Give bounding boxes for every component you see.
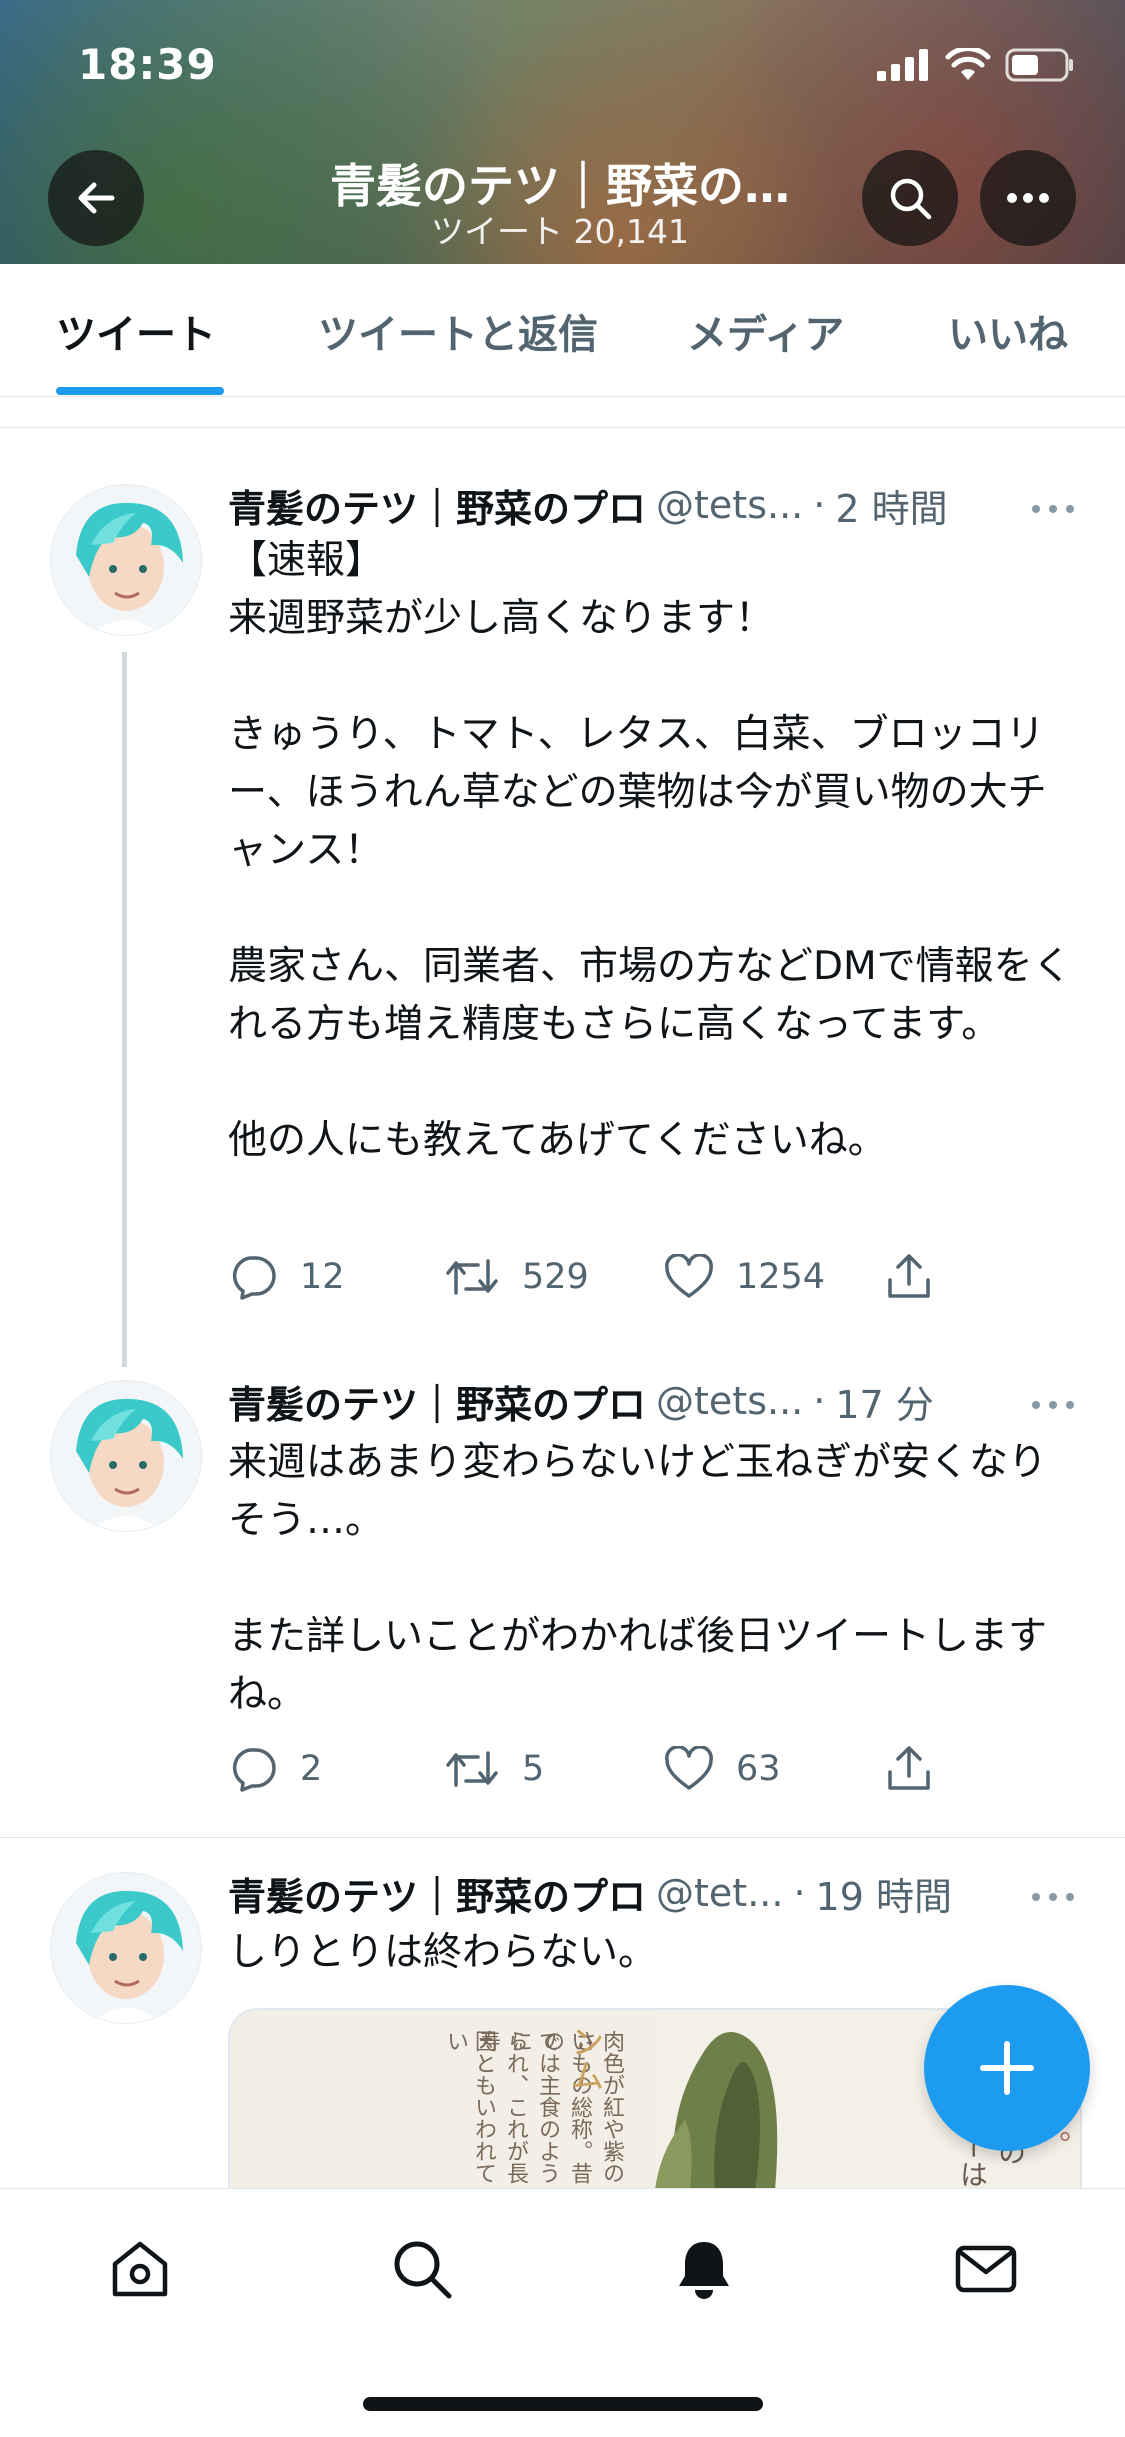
author-name[interactable]: 青髪のテツ｜野菜のプロ [228,1866,646,1921]
heart-icon [665,1746,713,1790]
bell-icon [679,2242,729,2299]
reply-count: 12 [300,1257,345,1297]
like-button[interactable]: 63 [664,1746,884,1792]
tweet-text: しりとりは終わらない。 [228,1930,658,1975]
signal-icon [877,49,928,81]
profile-tabs: ツイート ツイートと返信 メディア いいね [0,264,1125,397]
tweet-actions: 2 5 63 [228,1744,968,1794]
tab-media[interactable]: メディア [687,302,844,360]
wifi-icon [945,48,991,80]
status-icons [877,48,1075,82]
retweet-count: 5 [522,1749,545,1789]
tweet-header: 青髪のテツ｜野菜のプロ @tet... · 19 時間 [228,1866,952,1920]
more-button[interactable] [980,150,1076,246]
author-name[interactable]: 青髪のテツ｜野菜のプロ [228,1374,646,1429]
tweet-header: 青髪のテツ｜野菜のプロ @tets... · 17 分 [228,1374,934,1428]
tweet-divider [0,1837,1125,1838]
like-count: 1254 [736,1257,826,1297]
spinach-image [655,2032,778,2190]
active-tab-indicator [56,387,224,395]
author-handle[interactable]: @tets... [656,483,803,527]
media-text-left-5: 因ともいわれてい [443,2030,496,2184]
like-button[interactable]: 1254 [664,1254,884,1300]
nav-home[interactable] [104,2233,176,2305]
reply-button[interactable]: 12 [228,1254,444,1300]
section-gap [0,397,1125,428]
reply-button[interactable]: 2 [228,1746,444,1792]
tab-tweets-and-replies[interactable]: ツイートと返信 [318,302,598,360]
tweet-time[interactable]: 2 時間 [835,478,947,533]
tweet-more-button[interactable] [1031,482,1075,523]
more-icon [1032,1401,1074,1409]
compose-tweet-button[interactable] [924,1985,1090,2151]
tweet-actions: 12 529 1254 [228,1252,968,1302]
home-icon [112,2241,168,2297]
back-button[interactable] [48,150,144,246]
more-icon [1032,505,1074,513]
retweet-button[interactable]: 5 [444,1747,664,1791]
status-time: 18:39 [78,40,217,89]
share-icon [888,1254,930,1298]
share-icon [888,1746,930,1790]
home-indicator [363,2397,763,2411]
tab-tweets[interactable]: ツイート [56,302,216,360]
nav-messages[interactable] [950,2233,1022,2305]
mail-icon [955,2245,1017,2293]
tweet-more-button[interactable] [1031,1378,1075,1419]
retweet-icon [446,1259,498,1295]
arrow-left-icon [78,182,115,214]
plus-icon [980,2041,1034,2095]
search-icon [394,2241,452,2299]
avatar[interactable] [50,1380,202,1532]
like-count: 63 [736,1749,781,1789]
share-button[interactable] [884,1252,934,1302]
separator-dot: · [813,483,826,527]
nav-notifications[interactable] [668,2233,740,2305]
tweet-time[interactable]: 17 分 [835,1374,933,1429]
retweet-icon [446,1751,498,1787]
avatar-image [76,1890,183,2023]
more-icon [1032,1893,1074,1901]
retweet-button[interactable]: 529 [444,1255,664,1299]
author-handle[interactable]: @tet... [656,1871,783,1915]
reply-icon [232,1748,276,1792]
more-icon [1007,193,1049,203]
separator-dot: · [813,1379,826,1423]
share-button[interactable] [884,1744,934,1794]
avatar-image [76,502,183,635]
thread-line [122,652,127,1367]
tweet-time[interactable]: 19 時間 [816,1866,952,1921]
separator-dot: · [793,1871,806,1915]
profile-header: 18:39 青髪のテツ｜野菜の… ツイート 20,141 [0,0,1125,264]
tweet-text: 【速報】 来週野菜が少し高くなります！ きゅうり、トマト、レタス、白菜、ブロッコ… [228,538,1072,1163]
tweet-header: 青髪のテツ｜野菜のプロ @tets... · 2 時間 [228,478,948,532]
reply-icon [232,1256,276,1300]
tweet-more-button[interactable] [1031,1870,1075,1911]
search-button[interactable] [862,150,958,246]
search-icon [890,178,932,220]
battery-icon [1005,48,1073,82]
media-heading-text: ンム [564,2024,604,2092]
tweet-count: ツイート 20,141 [431,212,689,251]
nav-search[interactable] [386,2233,458,2305]
avatar[interactable] [50,484,202,636]
author-name[interactable]: 青髪のテツ｜野菜のプロ [228,478,646,533]
author-handle[interactable]: @tets... [656,1379,803,1423]
reply-count: 2 [300,1749,323,1789]
avatar[interactable] [50,1872,202,2024]
media-image-left: 肉色が紅や紫のさ いもの総称。昔の では主食のように られ、これが長寿 因ともい… [230,2010,655,2190]
heart-icon [665,1254,713,1298]
avatar-image [76,1398,183,1531]
tab-likes[interactable]: いいね [948,302,1068,360]
tweet-text: 来週はあまり変わらないけど玉ねぎが安くなりそう…。 また詳しいことがわかれば後日… [228,1440,1048,1717]
retweet-count: 529 [522,1257,589,1297]
